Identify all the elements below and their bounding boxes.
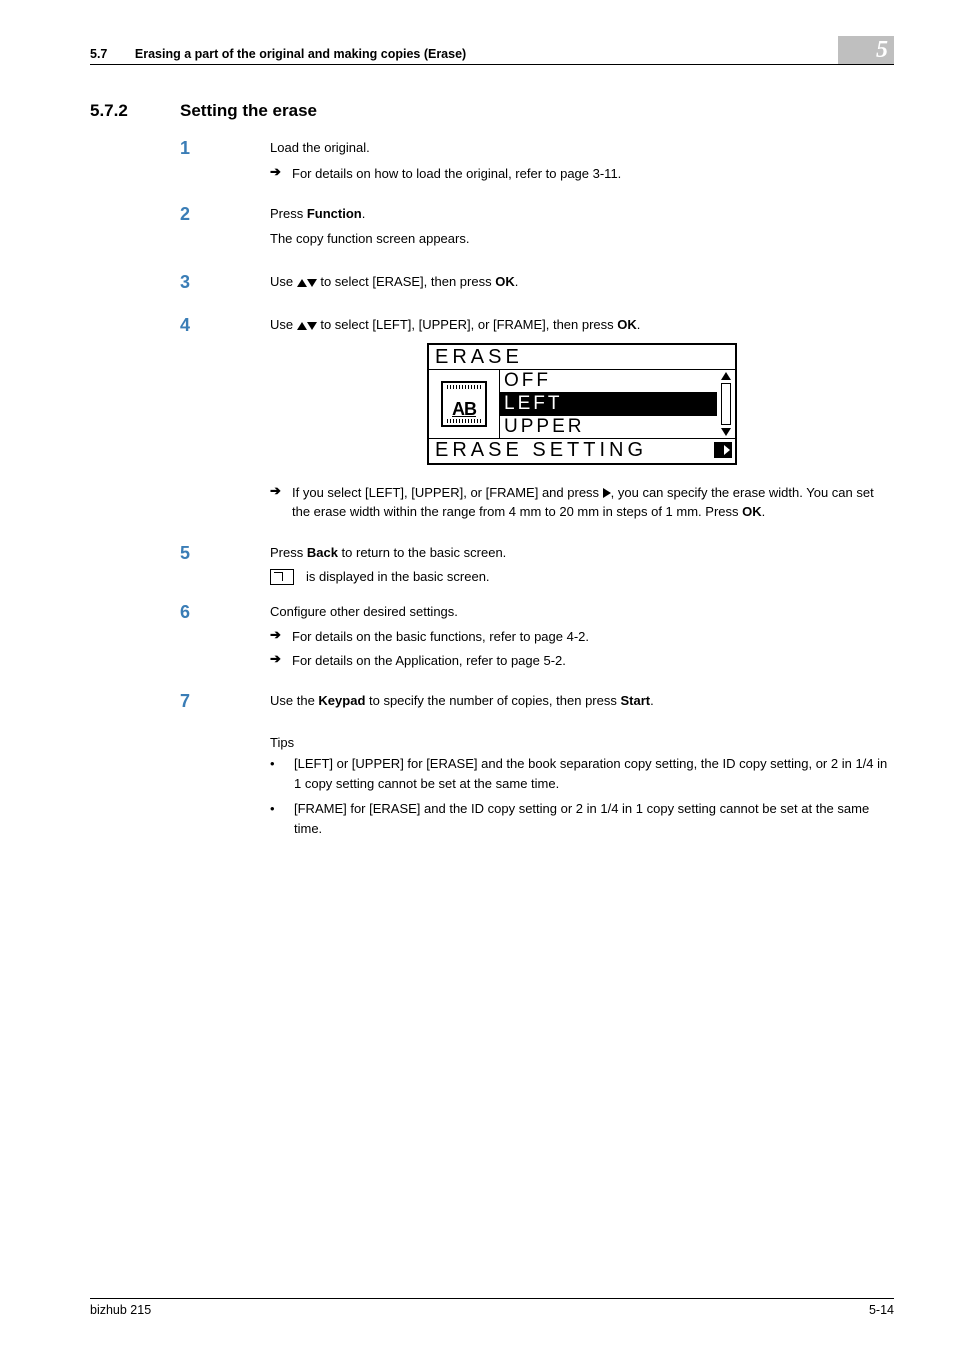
lcd-option: OFF <box>500 370 717 393</box>
step-sub-item: ➔For details on how to load the original… <box>270 164 894 184</box>
tip-item: •[LEFT] or [UPPER] for [ERASE] and the b… <box>270 754 894 793</box>
step-number: 1 <box>180 139 270 187</box>
page-footer: bizhub 215 5-14 <box>90 1298 894 1317</box>
step-body: Press Function.The copy function screen … <box>270 205 894 255</box>
chapter-number-badge: 5 <box>838 36 894 64</box>
lcd-scrollbar <box>717 370 735 438</box>
step-body: Use to select [LEFT], [UPPER], or [FRAME… <box>270 316 894 526</box>
step-body: Configure other desired settings.➔For de… <box>270 603 894 675</box>
lcd-preview-icon: AB <box>429 370 499 438</box>
step-sub-item: ➔If you select [LEFT], [UPPER], or [FRAM… <box>270 483 894 522</box>
steps-list: 1Load the original.➔For details on how t… <box>90 139 894 717</box>
step-item: 1Load the original.➔For details on how t… <box>90 139 894 187</box>
lcd-enter-icon <box>714 442 732 458</box>
step-item: 6Configure other desired settings.➔For d… <box>90 603 894 675</box>
running-head-num: 5.7 <box>90 47 107 61</box>
step-number: 4 <box>180 316 270 526</box>
basic-screen-indicator-icon <box>270 569 294 585</box>
page-header: 5.7 Erasing a part of the original and m… <box>90 36 894 65</box>
lcd-option: UPPER <box>500 416 717 438</box>
step-number: 2 <box>180 205 270 255</box>
step-sub-item: ➔For details on the Application, refer t… <box>270 651 894 671</box>
tips-list: •[LEFT] or [UPPER] for [ERASE] and the b… <box>270 754 894 838</box>
step-item: 3Use to select [ERASE], then press OK. <box>90 273 894 298</box>
step-number: 6 <box>180 603 270 675</box>
step-number: 3 <box>180 273 270 298</box>
section-heading-text: Setting the erase <box>180 101 317 121</box>
lcd-panel: ERASEABOFFLEFTUPPERERASE SETTING <box>427 343 737 465</box>
step-body: Load the original.➔For details on how to… <box>270 139 894 187</box>
tips-label: Tips <box>270 735 894 750</box>
lcd-title: ERASE <box>429 345 735 369</box>
step-item: 4Use to select [LEFT], [UPPER], or [FRAM… <box>90 316 894 526</box>
section-heading: 5.7.2 Setting the erase <box>90 101 894 121</box>
arrow-right-icon: ➔ <box>270 627 292 647</box>
triangle-down-icon <box>307 279 317 287</box>
tip-item: •[FRAME] for [ERASE] and the ID copy set… <box>270 799 894 838</box>
step-item: 2Press Function.The copy function screen… <box>90 205 894 255</box>
step-number: 7 <box>180 692 270 717</box>
step-item: 7Use the Keypad to specify the number of… <box>90 692 894 717</box>
triangle-down-icon <box>307 322 317 330</box>
arrow-right-icon: ➔ <box>270 164 292 184</box>
triangle-right-icon <box>603 488 611 498</box>
arrow-right-icon: ➔ <box>270 483 292 522</box>
step-sub-item: ➔For details on the basic functions, ref… <box>270 627 894 647</box>
running-head: 5.7 Erasing a part of the original and m… <box>90 47 466 61</box>
arrow-right-icon: ➔ <box>270 651 292 671</box>
section-heading-num: 5.7.2 <box>90 101 180 121</box>
step-number: 5 <box>180 544 270 585</box>
triangle-up-icon <box>297 279 307 287</box>
footer-page: 5-14 <box>869 1303 894 1317</box>
lcd-option: LEFT <box>500 393 717 416</box>
bullet-icon: • <box>270 754 294 793</box>
running-head-title: Erasing a part of the original and makin… <box>135 47 466 61</box>
lcd-options: OFFLEFTUPPER <box>499 370 717 438</box>
lcd-footer-text: ERASE SETTING <box>435 439 647 462</box>
step-body: Use the Keypad to specify the number of … <box>270 692 894 717</box>
triangle-up-icon <box>297 322 307 330</box>
step-body: Use to select [ERASE], then press OK. <box>270 273 894 298</box>
bullet-icon: • <box>270 799 294 838</box>
step-body: Press Back to return to the basic screen… <box>270 544 894 585</box>
step-item: 5Press Back to return to the basic scree… <box>90 544 894 585</box>
footer-product: bizhub 215 <box>90 1303 151 1317</box>
